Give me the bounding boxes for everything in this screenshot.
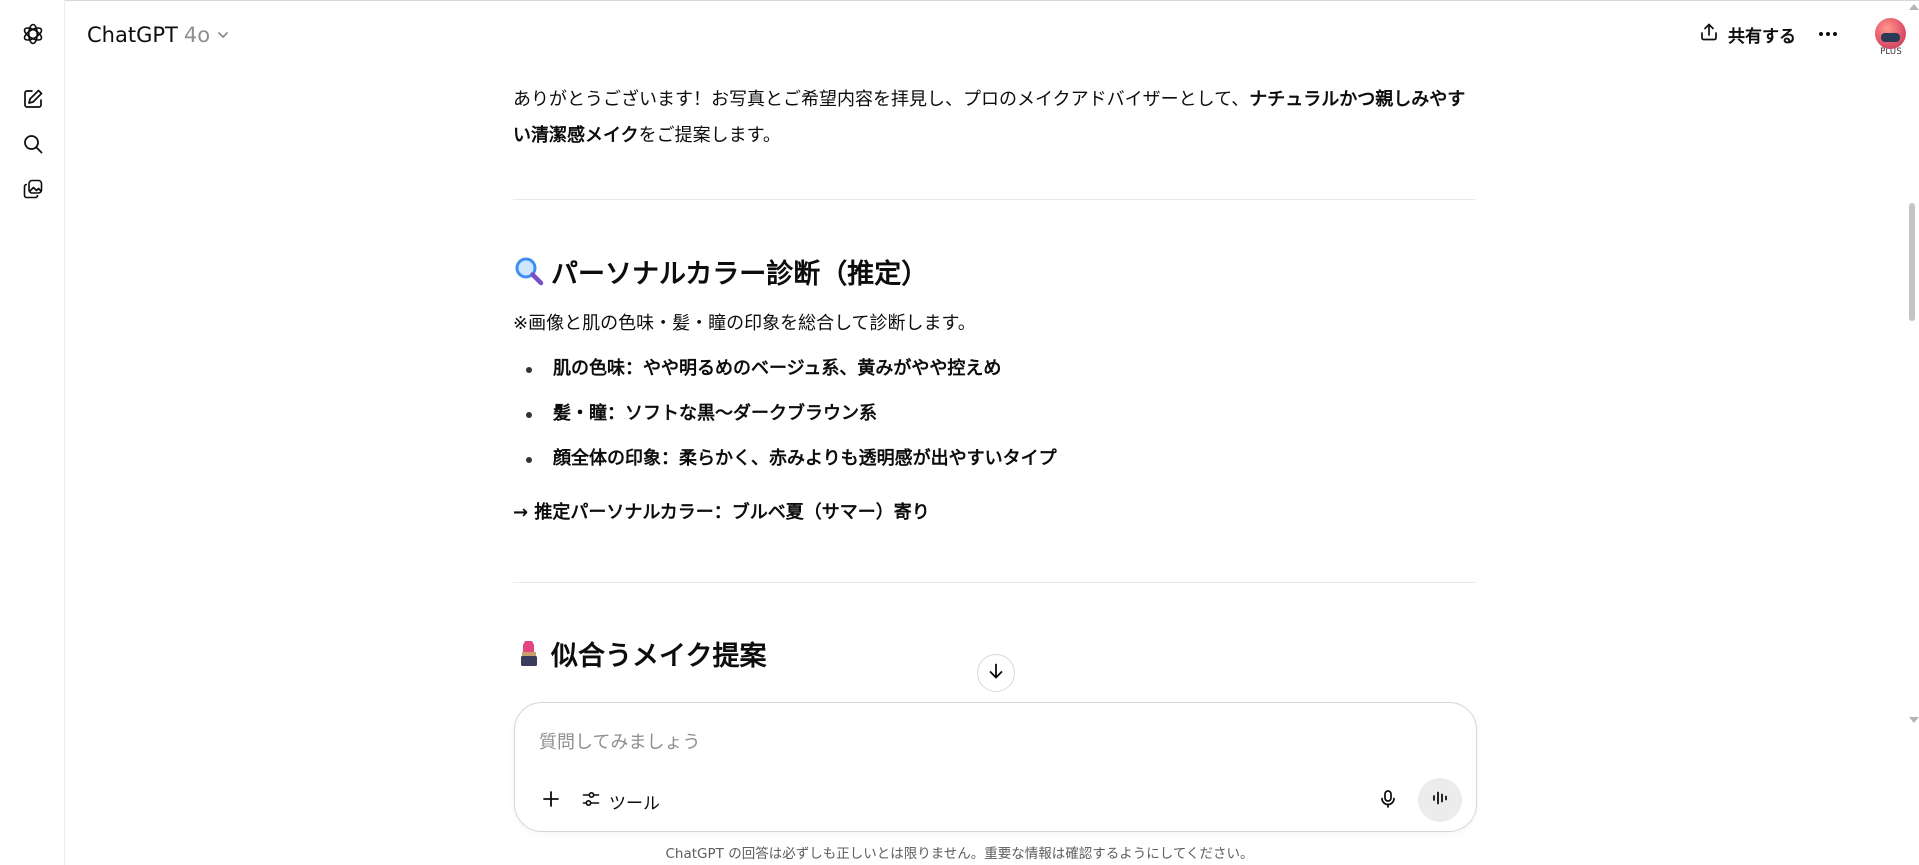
scrollbar-thumb[interactable] — [1909, 203, 1915, 321]
voice-mode-button[interactable] — [1418, 778, 1462, 822]
divider — [513, 199, 1475, 200]
model-switcher[interactable]: ChatGPT 4o — [87, 20, 230, 50]
model-name: ChatGPT — [87, 23, 178, 47]
composer: ツール — [514, 702, 1477, 832]
section-heading-makeup: 似合うメイク提案 — [513, 633, 766, 673]
microphone-icon — [1378, 789, 1398, 813]
lipstick-icon — [513, 637, 545, 669]
intro-tail-text: をご提案します。 — [638, 125, 781, 146]
chevron-down-icon — [216, 23, 230, 47]
scroll-down-arrow-icon[interactable] — [1909, 717, 1919, 723]
tools-button[interactable]: ツール — [581, 783, 660, 819]
model-version: 4o — [183, 23, 211, 47]
more-options-icon[interactable] — [1813, 20, 1843, 48]
top-header: ChatGPT 4o 共有する PLUS — [65, 0, 1919, 68]
personal-color-conclusion: → 推定パーソナルカラー：ブルベ夏（サマー）寄り — [513, 502, 930, 523]
page-scrollbar[interactable] — [1905, 0, 1919, 865]
divider — [513, 582, 1475, 583]
list-item: 顔全体の印象：柔らかく、赤みよりも透明感が出やすいタイプ — [513, 442, 1475, 487]
sidebar-rail — [0, 0, 65, 865]
diagnosis-list: 肌の色味：やや明るめのベージュ系、黄みがやや控えめ 髪・瞳：ソフトな黒〜ダークブ… — [513, 352, 1475, 487]
sliders-icon — [581, 789, 601, 814]
avatar — [1875, 18, 1906, 49]
tools-label: ツール — [609, 793, 660, 814]
diagnosis-note: ※画像と肌の色味・髪・瞳の印象を総合して診断します。 — [513, 313, 976, 334]
share-icon — [1699, 22, 1719, 47]
search-icon[interactable] — [16, 127, 50, 161]
intro-paragraph: ありがとうございます！お写真とご希望内容を拝見し、プロのメイクアドバイザーとして… — [513, 82, 1475, 154]
voice-waveform-icon — [1430, 788, 1450, 812]
chatgpt-app: ChatGPT 4o 共有する PLUS ありがとうございます！お写真とご希望内… — [0, 0, 1919, 865]
intro-text: ありがとうございます！お写真とご希望内容を拝見し、プロのメイクアドバイザーとして… — [513, 89, 1250, 110]
add-attachment-button[interactable] — [533, 783, 569, 819]
dictate-button[interactable] — [1370, 783, 1406, 819]
arrow-down-icon — [987, 662, 1005, 684]
magnifier-icon — [513, 255, 545, 287]
share-label: 共有する — [1728, 26, 1796, 47]
new-chat-icon[interactable] — [16, 82, 50, 116]
section-heading-personal-color: パーソナルカラー診断（推定） — [513, 251, 928, 291]
scroll-up-arrow-icon[interactable] — [1909, 4, 1919, 10]
scroll-to-bottom-button[interactable] — [977, 654, 1015, 692]
plus-icon — [541, 789, 561, 813]
chatgpt-logo-icon[interactable] — [16, 17, 50, 51]
disclaimer-text: ChatGPT の回答は必ずしも正しいとは限りません。重要な情報は確認するように… — [665, 846, 1254, 862]
prompt-input[interactable] — [539, 727, 1419, 757]
library-icon[interactable] — [16, 172, 50, 206]
list-item: 肌の色味：やや明るめのベージュ系、黄みがやや控えめ — [513, 352, 1475, 397]
section-title: 似合うメイク提案 — [551, 640, 767, 672]
share-button[interactable]: 共有する — [1699, 18, 1796, 50]
list-item: 髪・瞳：ソフトな黒〜ダークブラウン系 — [513, 397, 1475, 442]
section-title: パーソナルカラー診断（推定） — [551, 258, 929, 290]
